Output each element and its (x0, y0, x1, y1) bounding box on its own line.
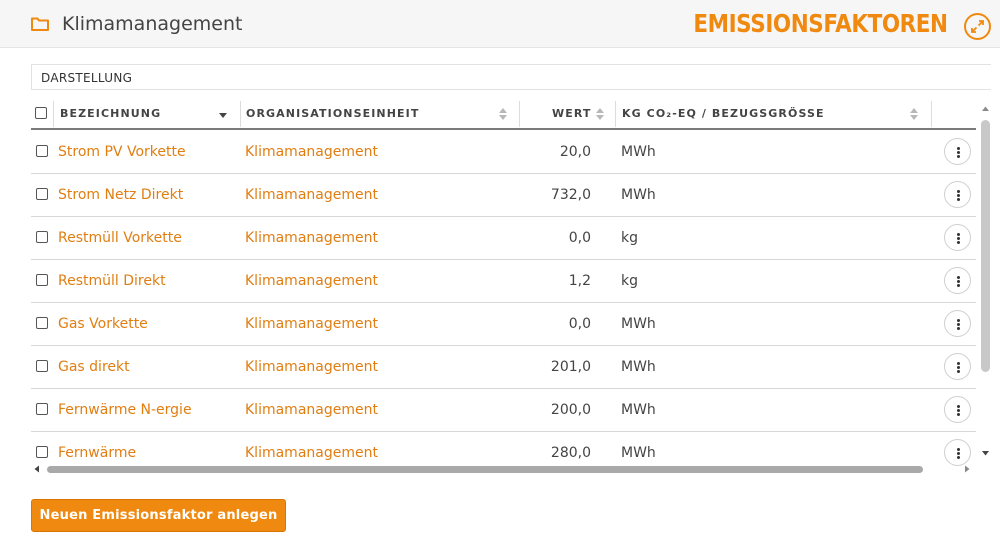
scroll-left-icon[interactable] (31, 463, 43, 475)
row-org-link[interactable]: Klimamanagement (245, 389, 378, 431)
select-all-checkbox[interactable] (35, 107, 47, 119)
row-unit: kg (621, 230, 638, 246)
sort-both-icon[interactable] (910, 108, 918, 120)
sort-both-icon[interactable] (499, 108, 507, 120)
column-header-bezugsgroesse[interactable]: KG CO₂-EQ / BEZUGSGRÖSSE (622, 98, 825, 128)
row-checkbox[interactable] (36, 145, 48, 157)
sort-both-icon[interactable] (596, 108, 604, 120)
new-emission-factor-button[interactable]: Neuen Emissionsfaktor anlegen (31, 499, 286, 532)
row-checkbox[interactable] (36, 231, 48, 243)
emission-factors-table: BEZEICHNUNG ORGANISATIONSEINHEIT WERT KG… (31, 98, 980, 470)
row-org-link[interactable]: Klimamanagement (245, 303, 378, 345)
page-title: EMISSIONSFAKTOREN (693, 9, 949, 38)
row-menu-button[interactable] (944, 267, 971, 294)
row-checkbox[interactable] (36, 317, 48, 329)
table-row[interactable]: Restmüll Vorkette Klimamanagement 0,0 kg (31, 217, 976, 260)
row-unit: MWh (621, 402, 656, 418)
darstellung-toggle[interactable]: DARSTELLUNG (31, 64, 991, 90)
table-row[interactable]: Strom PV Vorkette Klimamanagement 20,0 M… (31, 131, 976, 174)
app-title: Klimamanagement (62, 13, 243, 35)
vertical-scrollbar[interactable] (980, 104, 991, 462)
row-menu-button[interactable] (944, 138, 971, 165)
row-unit: MWh (621, 316, 656, 332)
row-value: 1,2 (568, 273, 591, 289)
row-value: 20,0 (559, 144, 591, 160)
row-value: 200,0 (550, 402, 591, 418)
column-header-wert[interactable]: WERT (552, 98, 592, 128)
table-header: BEZEICHNUNG ORGANISATIONSEINHEIT WERT KG… (31, 98, 976, 130)
column-divider (53, 101, 54, 127)
row-value: 732,0 (550, 187, 591, 203)
row-value: 201,0 (550, 359, 591, 375)
expand-icon (971, 20, 984, 33)
row-checkbox[interactable] (36, 446, 48, 458)
vertical-scroll-thumb[interactable] (981, 120, 990, 372)
row-menu-button[interactable] (944, 181, 971, 208)
table-row[interactable]: Gas direkt Klimamanagement 201,0 MWh (31, 346, 976, 389)
scroll-down-icon[interactable] (980, 448, 991, 458)
scroll-right-icon[interactable] (961, 463, 973, 475)
row-checkbox[interactable] (36, 274, 48, 286)
column-divider (615, 101, 616, 127)
row-checkbox[interactable] (36, 188, 48, 200)
horizontal-scrollbar[interactable] (31, 463, 980, 475)
table-row[interactable]: Gas Vorkette Klimamanagement 0,0 MWh (31, 303, 976, 346)
column-divider (519, 101, 520, 127)
row-name-link[interactable]: Fernwärme N-ergie (58, 389, 192, 431)
row-name-link[interactable]: Strom Netz Direkt (58, 174, 183, 216)
horizontal-scroll-thumb[interactable] (47, 466, 923, 473)
row-menu-button[interactable] (944, 439, 971, 466)
row-org-link[interactable]: Klimamanagement (245, 174, 378, 216)
row-checkbox[interactable] (36, 360, 48, 372)
folder-icon (31, 17, 49, 31)
row-name-link[interactable]: Restmüll Direkt (58, 260, 166, 302)
page-header: Klimamanagement EMISSIONSFAKTOREN (0, 0, 1000, 48)
expand-button[interactable] (964, 13, 991, 40)
table-row[interactable]: Fernwärme N-ergie Klimamanagement 200,0 … (31, 389, 976, 432)
row-org-link[interactable]: Klimamanagement (245, 217, 378, 259)
row-menu-button[interactable] (944, 310, 971, 337)
row-name-link[interactable]: Gas Vorkette (58, 303, 148, 345)
row-value: 0,0 (568, 230, 591, 246)
row-org-link[interactable]: Klimamanagement (245, 131, 378, 173)
column-divider (240, 101, 241, 127)
table-row[interactable]: Strom Netz Direkt Klimamanagement 732,0 … (31, 174, 976, 217)
column-divider (931, 101, 932, 127)
column-header-bezeichnung[interactable]: BEZEICHNUNG (60, 98, 161, 128)
column-header-organisationseinheit[interactable]: ORGANISATIONSEINHEIT (246, 98, 419, 128)
row-org-link[interactable]: Klimamanagement (245, 260, 378, 302)
row-menu-button[interactable] (944, 353, 971, 380)
scroll-up-icon[interactable] (980, 104, 991, 114)
row-value: 0,0 (568, 316, 591, 332)
row-name-link[interactable]: Strom PV Vorkette (58, 131, 186, 173)
sort-desc-icon[interactable] (219, 108, 227, 120)
row-checkbox[interactable] (36, 403, 48, 415)
table-row[interactable]: Restmüll Direkt Klimamanagement 1,2 kg (31, 260, 976, 303)
row-unit: MWh (621, 187, 656, 203)
row-menu-button[interactable] (944, 396, 971, 423)
row-name-link[interactable]: Gas direkt (58, 346, 130, 388)
row-unit: kg (621, 273, 638, 289)
row-unit: MWh (621, 359, 656, 375)
row-unit: MWh (621, 144, 656, 160)
row-name-link[interactable]: Restmüll Vorkette (58, 217, 182, 259)
row-org-link[interactable]: Klimamanagement (245, 346, 378, 388)
row-menu-button[interactable] (944, 224, 971, 251)
